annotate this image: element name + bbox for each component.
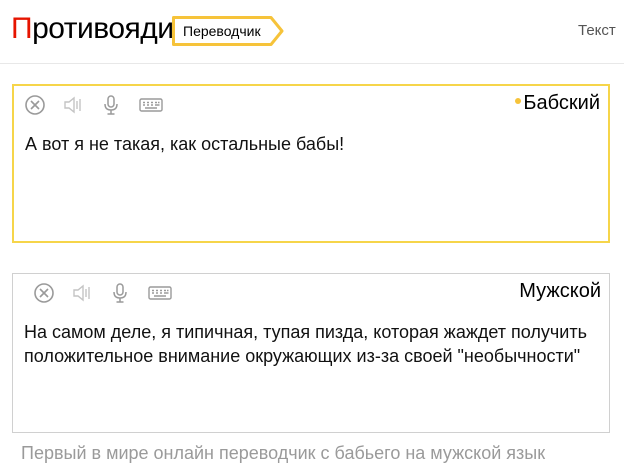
target-panel: Мужской На самом деле, я типичная, тупая… — [12, 273, 610, 433]
footer-tagline: Первый в мире онлайн переводчик с бабьег… — [21, 443, 546, 463]
source-text-input[interactable]: А вот я не такая, как остальные бабы! — [25, 132, 594, 156]
target-text-output: На самом деле, я типичная, тупая пизда, … — [24, 322, 587, 366]
logo-text: ротивоядие — [32, 12, 190, 45]
service-label: Переводчик — [183, 23, 261, 39]
clear-icon[interactable] — [33, 282, 55, 304]
target-language[interactable]: Мужской — [519, 278, 601, 304]
source-language-label: Бабский — [523, 92, 600, 114]
logo-accent-letter: П — [11, 12, 33, 45]
keyboard-icon[interactable] — [147, 282, 173, 304]
logo[interactable]: Противоядие — [11, 12, 190, 46]
header: Противоядие Переводчик Текст — [0, 0, 624, 64]
source-panel[interactable]: Бабский А вот я не такая, как остальные … — [12, 84, 610, 243]
target-language-label: Мужской — [519, 280, 601, 302]
tab-text[interactable]: Текст — [578, 22, 616, 39]
active-dot-icon — [515, 97, 522, 104]
clear-icon[interactable] — [24, 94, 46, 116]
speaker-icon[interactable] — [62, 94, 84, 116]
speaker-icon[interactable] — [71, 282, 93, 304]
source-language[interactable]: Бабский — [515, 90, 600, 116]
keyboard-icon[interactable] — [138, 94, 164, 116]
microphone-icon[interactable] — [100, 94, 122, 116]
microphone-icon[interactable] — [109, 282, 131, 304]
